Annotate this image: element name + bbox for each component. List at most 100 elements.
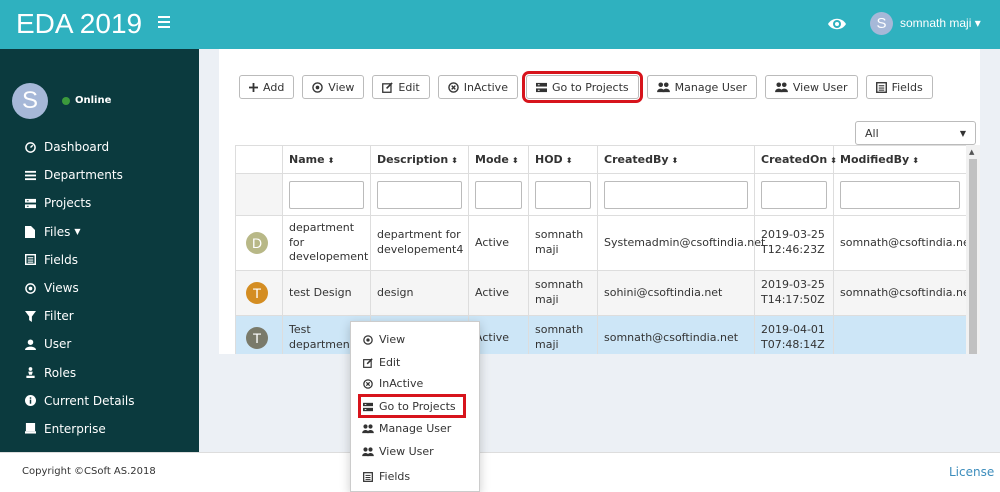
cell-description: department for developement4: [370, 215, 469, 271]
hamburger-menu-icon[interactable]: [158, 16, 170, 28]
sort-icon: ⬍: [327, 156, 335, 165]
sort-icon: ⬍: [671, 156, 679, 165]
view-button[interactable]: View: [302, 75, 365, 99]
sort-icon: ⬍: [830, 156, 837, 165]
toolbar: Add View Edit InActive Go to Projects Ma…: [239, 71, 941, 103]
sidebar-item-views[interactable]: Views: [0, 274, 199, 302]
sidebar-item-filter[interactable]: Filter: [0, 302, 199, 330]
edit-icon: [382, 81, 394, 93]
filter-icon: [22, 310, 38, 322]
server-icon: [22, 198, 38, 209]
view-icon: [361, 334, 375, 345]
column-header-hod[interactable]: HOD ⬍: [528, 145, 598, 174]
caret-down-icon: ▼: [959, 129, 966, 138]
user-menu[interactable]: somnath maji ▾: [900, 16, 981, 30]
context-item-go-to-projects[interactable]: Go to Projects: [361, 400, 456, 413]
inactive-button-label: InActive: [463, 80, 508, 94]
context-item-view[interactable]: View: [361, 333, 405, 346]
eye-circle-icon: [22, 282, 38, 294]
fields-icon: [875, 81, 887, 93]
sidebar-item-files[interactable]: Files ▼: [0, 218, 199, 246]
createdby-filter-input[interactable]: [604, 180, 748, 209]
content-box: Add View Edit InActive Go to Projects Ma…: [219, 49, 980, 354]
chess-icon: [22, 367, 38, 379]
add-button-label: Add: [263, 80, 285, 94]
scrollbar-thumb[interactable]: [969, 159, 977, 354]
status-filter-select[interactable]: All ▼: [855, 121, 976, 145]
mode-filter-input[interactable]: [475, 180, 522, 209]
column-header-avatar: [235, 145, 283, 174]
modifiedby-filter-input[interactable]: [840, 180, 960, 209]
inactive-button[interactable]: InActive: [437, 75, 518, 99]
createdon-filter-input[interactable]: [761, 180, 827, 209]
column-header-name[interactable]: Name ⬍: [282, 145, 371, 174]
filter-row: [235, 173, 967, 216]
column-header-createdby[interactable]: CreatedBy ⬍: [597, 145, 755, 174]
sidebar-menu: Dashboard Departments Projects Files ▼ F…: [0, 133, 199, 443]
sidebar-item-label: Departments: [44, 168, 123, 183]
cell-createdon: 2019-03-25T14:17:50Z: [754, 270, 834, 316]
sidebar-item-roles[interactable]: Roles: [0, 359, 199, 387]
scroll-up-icon[interactable]: ▲: [969, 148, 974, 156]
eye-icon[interactable]: [827, 14, 847, 34]
sidebar-item-fields[interactable]: Fields: [0, 246, 199, 274]
times-circle-icon: [447, 81, 459, 93]
dashboard-icon: [22, 141, 38, 153]
sort-icon: ⬍: [912, 156, 919, 165]
sidebar-item-projects[interactable]: Projects: [0, 189, 199, 217]
users-icon: [656, 81, 670, 93]
data-grid: Name ⬍ Description ⬍ Mode ⬍ HOD ⬍ CreatedBy ⬍…: [235, 145, 980, 354]
manage-user-button[interactable]: Manage User: [646, 75, 757, 99]
table-row[interactable]: T test Design design Active somnath maji…: [235, 270, 974, 316]
cell-name: department for developement: [282, 215, 371, 271]
user-name: somnath maji: [900, 16, 972, 30]
sidebar-item-current-details[interactable]: Current Details: [0, 387, 199, 415]
fields-button-label: Fields: [891, 80, 923, 94]
cell-createdby: Systemadmin@csoftindia.net: [597, 215, 765, 271]
sidebar-item-departments[interactable]: Departments: [0, 161, 199, 189]
context-item-manage-user[interactable]: Manage User: [361, 422, 451, 435]
sidebar-item-user[interactable]: User: [0, 330, 199, 358]
name-filter-input[interactable]: [289, 180, 364, 209]
context-item-inactive[interactable]: InActive: [361, 377, 423, 390]
context-menu: View Edit InActive Go to Projects Manage…: [350, 321, 480, 492]
column-header-mode[interactable]: Mode ⬍: [468, 145, 529, 174]
sidebar-item-label: Fields: [44, 252, 78, 267]
sidebar-item-dashboard[interactable]: Dashboard: [0, 133, 199, 161]
sidebar-item-label: Views: [44, 281, 79, 296]
description-filter-input[interactable]: [377, 180, 462, 209]
column-header-description[interactable]: Description ⬍: [370, 145, 469, 174]
users-icon: [774, 81, 788, 93]
hod-filter-input[interactable]: [535, 180, 591, 209]
license-link[interactable]: License: [949, 465, 994, 479]
sidebar-item-enterprise[interactable]: Enterprise: [0, 415, 199, 443]
column-header-modifiedby[interactable]: ModifiedBy ⬍: [833, 145, 967, 174]
top-navbar: EDA 2019 S somnath maji ▾: [0, 0, 1000, 49]
edit-button[interactable]: Edit: [372, 75, 430, 99]
sort-icon: ⬍: [451, 156, 458, 165]
context-item-view-user[interactable]: View User: [361, 445, 434, 458]
online-status-label: Online: [75, 95, 112, 106]
users-icon: [361, 423, 375, 434]
sidebar-item-label: Filter: [44, 309, 74, 324]
caret-down-icon: ▾: [974, 16, 981, 30]
context-item-edit[interactable]: Edit: [361, 356, 400, 369]
sidebar-item-label: Dashboard: [44, 140, 110, 155]
context-item-fields[interactable]: Fields: [361, 470, 410, 483]
user-avatar[interactable]: S: [870, 12, 893, 35]
row-avatar: T: [246, 282, 268, 304]
cell-createdby: sohini@csoftindia.net: [597, 270, 755, 316]
fields-button[interactable]: Fields: [865, 75, 933, 99]
add-button[interactable]: Add: [239, 75, 295, 99]
cell-hod: somnath maji: [528, 315, 598, 354]
cell-createdon: 2019-04-01T07:48:14Z: [754, 315, 834, 354]
app-title: EDA 2019: [16, 8, 143, 39]
view-user-button[interactable]: View User: [764, 75, 858, 99]
vertical-scrollbar[interactable]: ▲: [966, 145, 980, 354]
table-row[interactable]: D department for developement department…: [235, 215, 974, 271]
table-row-selected[interactable]: T Test department Active somnath maji so…: [235, 315, 967, 354]
main-content: Add View Edit InActive Go to Projects Ma…: [199, 49, 1000, 452]
go-to-projects-button[interactable]: Go to Projects: [521, 71, 643, 103]
column-header-createdon[interactable]: CreatedOn ⬍: [754, 145, 837, 174]
caret-down-icon: ▼: [74, 227, 81, 237]
